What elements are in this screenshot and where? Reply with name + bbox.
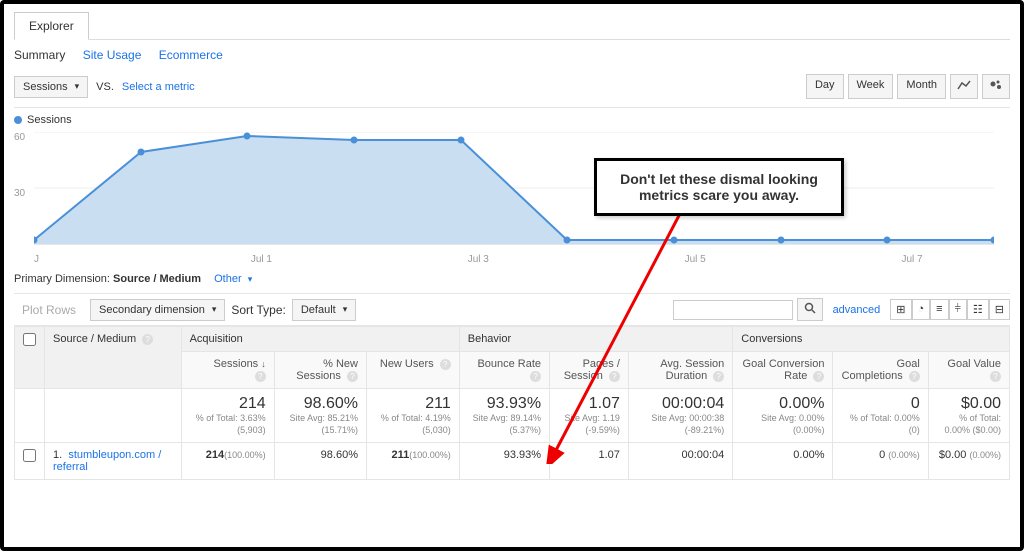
select-metric-link[interactable]: Select a metric [122, 81, 195, 93]
legend-dot-icon [14, 116, 22, 124]
primary-dimension-label: Primary Dimension: [14, 273, 110, 285]
col-sessions[interactable]: Sessions↓? [181, 352, 274, 389]
row-source-link[interactable]: stumbleupon.com / referral [53, 449, 161, 473]
select-all-checkbox[interactable] [23, 333, 36, 346]
view-data-table-icon[interactable]: ⊞ [890, 299, 911, 320]
caret-down-icon: ▾ [248, 274, 253, 284]
chart-type-motion-icon[interactable] [982, 74, 1010, 99]
col-pages-session[interactable]: Pages / Session ? [550, 352, 629, 389]
help-icon[interactable]: ? [713, 371, 724, 382]
help-icon[interactable]: ? [347, 371, 358, 382]
metric-selector[interactable]: Sessions ▾ [14, 76, 88, 98]
sort-arrow-down-icon: ↓ [261, 359, 266, 369]
col-pct-new-sessions[interactable]: % New Sessions ? [274, 352, 366, 389]
group-behavior: Behavior [459, 327, 733, 352]
caret-down-icon: ▾ [212, 304, 217, 315]
subtab-ecommerce[interactable]: Ecommerce [159, 48, 223, 62]
primary-dimension-value[interactable]: Source / Medium [113, 273, 201, 285]
chart-type-line-icon[interactable] [950, 74, 978, 99]
sort-type-selector[interactable]: Default ▾ [292, 299, 356, 321]
sort-type-value: Default [301, 304, 336, 316]
metric-selector-label: Sessions [23, 81, 68, 93]
data-table: Source / Medium ? Acquisition Behavior C… [14, 326, 1010, 480]
ytick-30: 30 [14, 188, 25, 199]
chart-legend: Sessions [14, 108, 1010, 128]
legend-sessions-label: Sessions [27, 114, 72, 126]
help-icon[interactable]: ? [142, 334, 153, 345]
table-row[interactable]: 1. stumbleupon.com / referral 214(100.00… [15, 443, 1010, 480]
advanced-link[interactable]: advanced [833, 304, 881, 316]
view-performance-icon[interactable]: ≡ [930, 299, 948, 320]
help-icon[interactable]: ? [255, 371, 266, 382]
chart-xaxis: JJul 1Jul 3Jul 5Jul 7 [14, 254, 1010, 265]
granularity-month[interactable]: Month [897, 74, 946, 99]
secondary-dimension-selector[interactable]: Secondary dimension ▾ [90, 299, 225, 321]
subtab-summary[interactable]: Summary [14, 48, 65, 62]
view-comparison-icon[interactable]: ⫩ [949, 299, 967, 320]
sessions-chart: 60 30 [14, 132, 1010, 252]
caret-down-icon: ▾ [75, 81, 80, 92]
col-new-users[interactable]: New Users ? [366, 352, 459, 389]
help-icon[interactable]: ? [909, 371, 920, 382]
help-icon[interactable]: ? [440, 359, 451, 370]
sort-type-label: Sort Type: [231, 303, 285, 317]
annotation-callout: Don't let these dismal lookingmetrics sc… [594, 158, 844, 216]
view-term-cloud-icon[interactable]: ☷ [967, 299, 989, 320]
search-button[interactable] [797, 298, 823, 321]
col-source-medium[interactable]: Source / Medium [53, 333, 136, 345]
col-bounce-rate[interactable]: Bounce Rate? [459, 352, 549, 389]
group-acquisition: Acquisition [181, 327, 459, 352]
subtab-site-usage[interactable]: Site Usage [83, 48, 142, 62]
secondary-dimension-label: Secondary dimension [99, 304, 205, 316]
ytick-60: 60 [14, 132, 25, 143]
vs-label: VS. [96, 81, 114, 93]
plot-rows-button: Plot Rows [14, 299, 84, 321]
help-icon[interactable]: ? [813, 371, 824, 382]
granularity-week[interactable]: Week [848, 74, 894, 99]
tab-explorer[interactable]: Explorer [14, 12, 89, 40]
help-icon[interactable]: ? [990, 371, 1001, 382]
search-input[interactable] [673, 300, 793, 320]
col-goal-completions[interactable]: Goal Completions ? [833, 352, 928, 389]
col-goal-conversion-rate[interactable]: Goal Conversion Rate ? [733, 352, 833, 389]
help-icon[interactable]: ? [530, 371, 541, 382]
caret-down-icon: ▾ [343, 304, 348, 315]
summary-row: 214% of Total: 3.63% (5,903) 98.60%Site … [15, 389, 1010, 443]
row-checkbox[interactable] [23, 449, 36, 462]
search-icon [804, 302, 816, 314]
primary-dimension-other[interactable]: Other ▾ [214, 273, 252, 285]
help-icon[interactable]: ? [609, 371, 620, 382]
row-index: 1. [53, 449, 62, 461]
col-avg-duration[interactable]: Avg. Session Duration ? [628, 352, 732, 389]
granularity-day[interactable]: Day [806, 74, 844, 99]
group-conversions: Conversions [733, 327, 1010, 352]
view-pie-icon[interactable]: ◔ [912, 299, 931, 320]
col-goal-value[interactable]: Goal Value ? [928, 352, 1009, 389]
view-pivot-icon[interactable]: ⊟ [989, 299, 1010, 320]
